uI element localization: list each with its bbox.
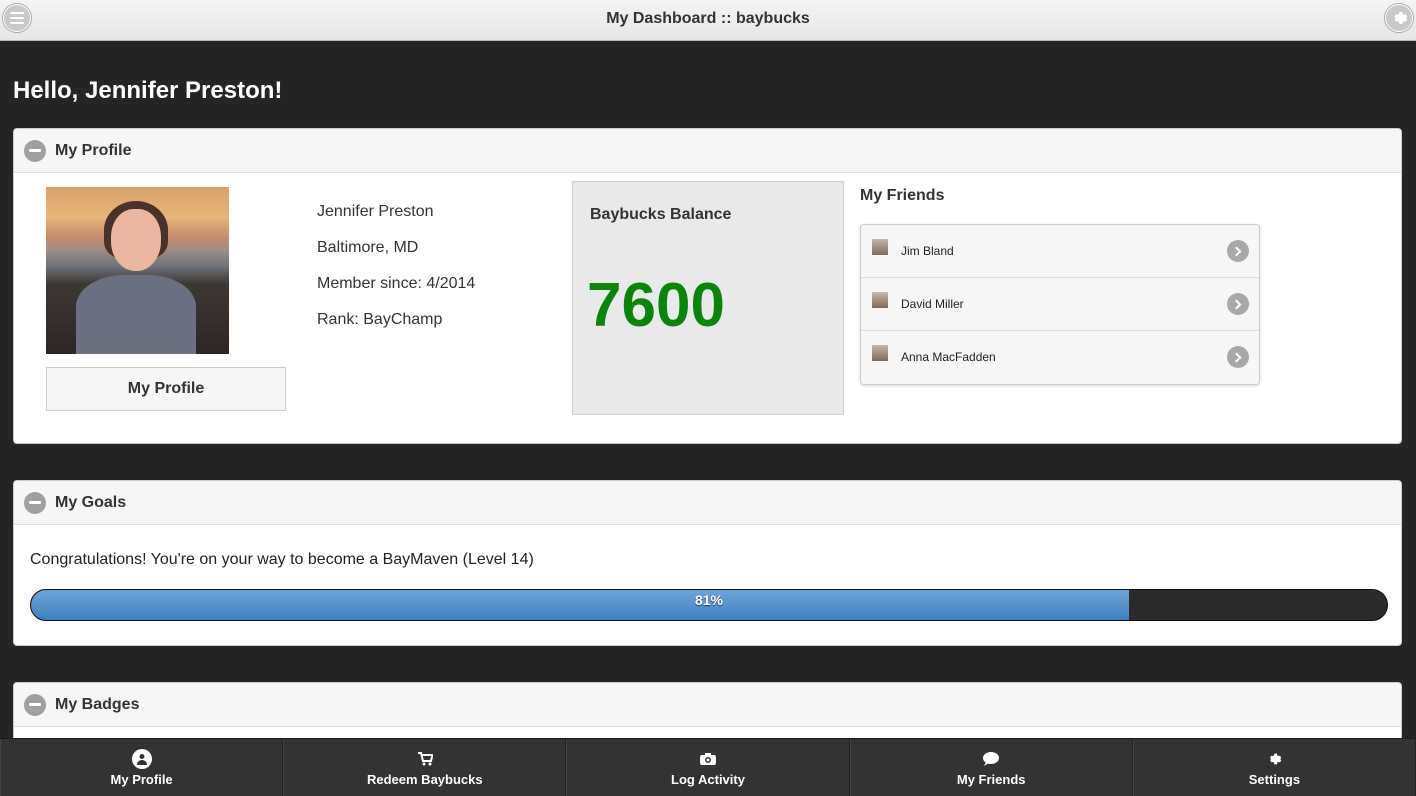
chat-bubble-icon [981,749,1001,769]
profile-panel: My Profile My Profile Jennifer Preston B… [13,128,1402,444]
greeting-heading: Hello, Jennifer Preston! [13,77,283,104]
bottom-navbar: My Profile Redeem Baybucks Log Activity … [0,738,1416,796]
profile-panel-header[interactable]: My Profile [14,129,1401,173]
chevron-right-icon [1227,240,1249,262]
friend-item-jim-bland[interactable]: Jim Bland [861,225,1259,278]
user-icon [131,748,152,769]
friend-item-anna-macfadden[interactable]: Anna MacFadden [861,331,1259,384]
nav-label: My Profile [110,771,173,787]
baybucks-balance-box: Baybucks Balance 7600 [572,181,844,415]
gear-icon [1264,749,1284,769]
friends-title: My Friends [860,187,945,204]
gear-icon [1394,12,1408,24]
friends-list: Jim Bland David Miller Anna MacFadden [860,224,1260,385]
friend-name: Jim Bland [901,244,954,258]
profile-info: Jennifer Preston Baltimore, MD Member si… [317,203,475,347]
chevron-right-icon [1227,346,1249,368]
my-profile-button[interactable]: My Profile [46,367,286,411]
profile-location: Baltimore, MD [317,239,419,256]
nav-settings[interactable]: Settings [1132,739,1416,796]
header-bar: My Dashboard :: baybucks [0,0,1416,41]
balance-title: Baybucks Balance [590,206,732,223]
profile-rank: Rank: BayChamp [317,311,443,328]
goals-panel: My Goals Congratulations! You're on your… [13,480,1402,646]
page-title: My Dashboard :: baybucks [606,10,810,27]
collapse-icon [24,693,46,716]
menu-button[interactable] [3,4,31,32]
goals-panel-header[interactable]: My Goals [14,481,1401,525]
goals-panel-title: My Goals [55,493,127,511]
nav-label: Settings [1248,771,1301,787]
nav-redeem-baybucks[interactable]: Redeem Baybucks [283,739,567,796]
badges-panel: My Badges [13,682,1402,742]
settings-button[interactable] [1385,4,1413,32]
badges-panel-title: My Badges [55,695,140,713]
goal-progress-bar: 81% [30,589,1388,621]
camera-icon [698,749,718,769]
profile-member-since: Member since: 4/2014 [317,275,476,292]
balance-value: 7600 [587,271,725,340]
profile-panel-title: My Profile [55,141,132,159]
goal-message: Congratulations! You're on your way to b… [30,551,534,568]
nav-label: Redeem Baybucks [366,771,483,787]
avatar [872,345,888,361]
badges-panel-header[interactable]: My Badges [14,683,1401,727]
profile-photo [46,187,229,354]
collapse-icon [24,491,46,514]
nav-my-profile[interactable]: My Profile [0,739,284,796]
friend-name: David Miller [901,297,964,311]
profile-name: Jennifer Preston [317,203,434,220]
avatar [872,292,888,308]
hamburger-icon [10,12,24,24]
progress-label: 81% [694,592,724,608]
chevron-right-icon [1227,293,1249,315]
nav-label: Log Activity [671,771,745,787]
friend-item-david-miller[interactable]: David Miller [861,278,1259,331]
avatar [872,239,888,255]
friend-name: Anna MacFadden [901,350,996,364]
nav-log-activity[interactable]: Log Activity [566,739,850,796]
nav-label: My Friends [956,771,1026,787]
cart-icon [415,749,435,769]
nav-my-friends[interactable]: My Friends [849,739,1133,796]
collapse-icon [24,139,46,162]
